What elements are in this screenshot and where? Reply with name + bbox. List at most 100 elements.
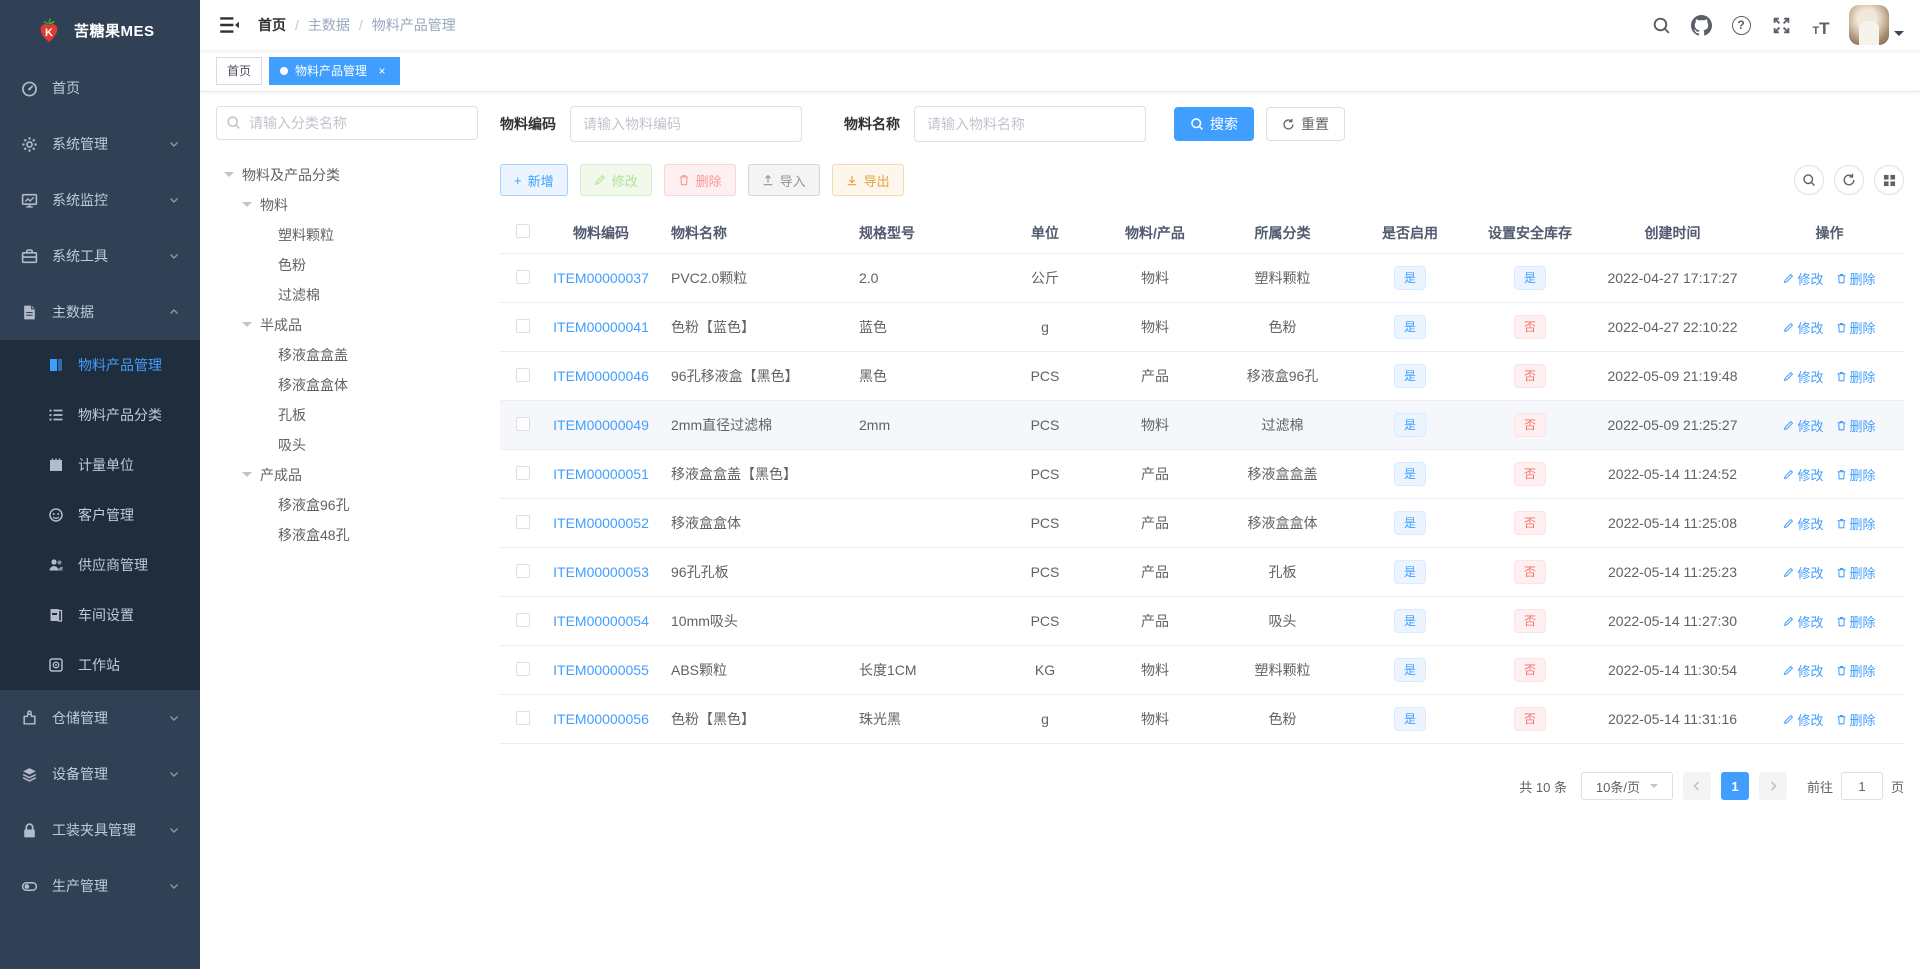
sidebar-item-workstation[interactable]: 工作站: [0, 640, 200, 690]
material-code-link[interactable]: ITEM00000037: [553, 270, 649, 286]
tree-node[interactable]: 产成品: [216, 460, 478, 490]
tab-home[interactable]: 首页: [216, 56, 263, 85]
row-delete-link[interactable]: 删除: [1836, 465, 1876, 484]
row-edit-link[interactable]: 修改: [1783, 318, 1824, 337]
row-delete-link[interactable]: 删除: [1836, 318, 1876, 337]
row-checkbox[interactable]: [515, 367, 530, 382]
row-checkbox[interactable]: [515, 563, 530, 578]
page-size-select[interactable]: 10条/页: [1580, 772, 1673, 800]
row-checkbox[interactable]: [515, 269, 530, 284]
sidebar-item-production[interactable]: 生产管理: [0, 858, 200, 914]
row-delete-link[interactable]: 删除: [1836, 269, 1876, 288]
row-checkbox[interactable]: [515, 710, 530, 725]
tree-node[interactable]: 过滤棉: [216, 280, 478, 310]
row-delete-link[interactable]: 删除: [1836, 612, 1876, 631]
help-icon[interactable]: ?: [1729, 13, 1753, 37]
tree-node[interactable]: 移液盒48孔: [216, 520, 478, 550]
tree-node[interactable]: 色粉: [216, 250, 478, 280]
search-icon[interactable]: [1649, 13, 1673, 37]
import-button[interactable]: 导入: [747, 164, 820, 196]
close-icon[interactable]: ×: [375, 64, 389, 78]
row-delete-link[interactable]: 删除: [1836, 563, 1876, 582]
export-button[interactable]: 导出: [831, 164, 904, 196]
row-checkbox[interactable]: [515, 465, 530, 480]
row-delete-link[interactable]: 删除: [1836, 710, 1876, 729]
next-page-button[interactable]: [1758, 772, 1787, 800]
row-delete-link[interactable]: 删除: [1836, 416, 1876, 435]
code-filter-input[interactable]: [570, 106, 802, 142]
sidebar-item-customer[interactable]: 客户管理: [0, 490, 200, 540]
material-code-link[interactable]: ITEM00000051: [553, 466, 649, 482]
sidebar-item-fixture[interactable]: 工装夹具管理: [0, 802, 200, 858]
sidebar-item-system-monitor[interactable]: 系统监控: [0, 172, 200, 228]
goto-page-input[interactable]: [1840, 772, 1883, 800]
caret-down-icon[interactable]: [242, 322, 252, 332]
toggle-search-button[interactable]: [1794, 165, 1824, 195]
row-edit-link[interactable]: 修改: [1783, 514, 1824, 533]
tree-node[interactable]: 塑料颗粒: [216, 220, 478, 250]
refresh-button[interactable]: [1834, 165, 1864, 195]
edit-button[interactable]: 修改: [579, 164, 652, 196]
sidebar-item-warehouse[interactable]: 仓储管理: [0, 690, 200, 746]
prev-page-button[interactable]: [1682, 772, 1711, 800]
sidebar-item-system-tools[interactable]: 系统工具: [0, 228, 200, 284]
row-edit-link[interactable]: 修改: [1783, 367, 1824, 386]
category-search-input[interactable]: [216, 106, 478, 140]
fullscreen-icon[interactable]: [1769, 13, 1793, 37]
font-size-icon[interactable]: TT: [1809, 13, 1833, 37]
row-checkbox[interactable]: [515, 318, 530, 333]
sidebar-item-master-data[interactable]: 主数据: [0, 284, 200, 340]
sidebar-item-unit[interactable]: 计量单位: [0, 440, 200, 490]
material-code-link[interactable]: ITEM00000049: [553, 417, 649, 433]
tab-material-mgmt[interactable]: 物料产品管理 ×: [269, 56, 401, 85]
row-edit-link[interactable]: 修改: [1783, 465, 1824, 484]
row-delete-link[interactable]: 删除: [1836, 661, 1876, 680]
row-delete-link[interactable]: 删除: [1836, 514, 1876, 533]
row-checkbox[interactable]: [515, 514, 530, 529]
sidebar-item-material-mgmt[interactable]: 物料产品管理: [0, 340, 200, 390]
sidebar-item-home[interactable]: 首页: [0, 60, 200, 116]
github-icon[interactable]: [1689, 13, 1713, 37]
search-button[interactable]: 搜索: [1174, 107, 1254, 141]
row-edit-link[interactable]: 修改: [1783, 269, 1824, 288]
column-settings-button[interactable]: [1874, 165, 1904, 195]
add-button[interactable]: + 新增: [500, 164, 568, 196]
tree-node[interactable]: 吸头: [216, 430, 478, 460]
sidebar-item-supplier[interactable]: 供应商管理: [0, 540, 200, 590]
breadcrumb-home[interactable]: 首页: [258, 15, 286, 35]
material-code-link[interactable]: ITEM00000041: [553, 319, 649, 335]
avatar[interactable]: [1849, 5, 1889, 45]
caret-down-icon[interactable]: [242, 472, 252, 482]
delete-button[interactable]: 删除: [663, 164, 736, 196]
sidebar-item-workshop[interactable]: 车间设置: [0, 590, 200, 640]
material-code-link[interactable]: ITEM00000055: [553, 662, 649, 678]
row-edit-link[interactable]: 修改: [1783, 416, 1824, 435]
material-code-link[interactable]: ITEM00000052: [553, 515, 649, 531]
tree-node[interactable]: 移液盒96孔: [216, 490, 478, 520]
material-code-link[interactable]: ITEM00000053: [553, 564, 649, 580]
sidebar-collapse-icon[interactable]: [218, 14, 240, 36]
tree-node[interactable]: 移液盒盒体: [216, 370, 478, 400]
row-checkbox[interactable]: [515, 416, 530, 431]
row-delete-link[interactable]: 删除: [1836, 367, 1876, 386]
select-all-checkbox[interactable]: [515, 224, 530, 238]
material-code-link[interactable]: ITEM00000054: [553, 613, 649, 629]
tree-node-root[interactable]: 物料及产品分类: [216, 160, 478, 190]
caret-down-icon[interactable]: [242, 202, 252, 212]
tree-node[interactable]: 孔板: [216, 400, 478, 430]
name-filter-input[interactable]: [914, 106, 1146, 142]
material-code-link[interactable]: ITEM00000046: [553, 368, 649, 384]
sidebar-item-equipment[interactable]: 设备管理: [0, 746, 200, 802]
user-menu[interactable]: [1849, 5, 1904, 45]
row-edit-link[interactable]: 修改: [1783, 710, 1824, 729]
sidebar-item-material-category[interactable]: 物料产品分类: [0, 390, 200, 440]
material-code-link[interactable]: ITEM00000056: [553, 711, 649, 727]
logo[interactable]: K 苦糖果MES: [0, 0, 200, 60]
reset-button[interactable]: 重置: [1266, 107, 1345, 141]
row-checkbox[interactable]: [515, 612, 530, 627]
caret-down-icon[interactable]: [224, 172, 234, 182]
sidebar-item-system-mgmt[interactable]: 系统管理: [0, 116, 200, 172]
tree-node[interactable]: 移液盒盒盖: [216, 340, 478, 370]
row-edit-link[interactable]: 修改: [1783, 563, 1824, 582]
tree-node[interactable]: 半成品: [216, 310, 478, 340]
